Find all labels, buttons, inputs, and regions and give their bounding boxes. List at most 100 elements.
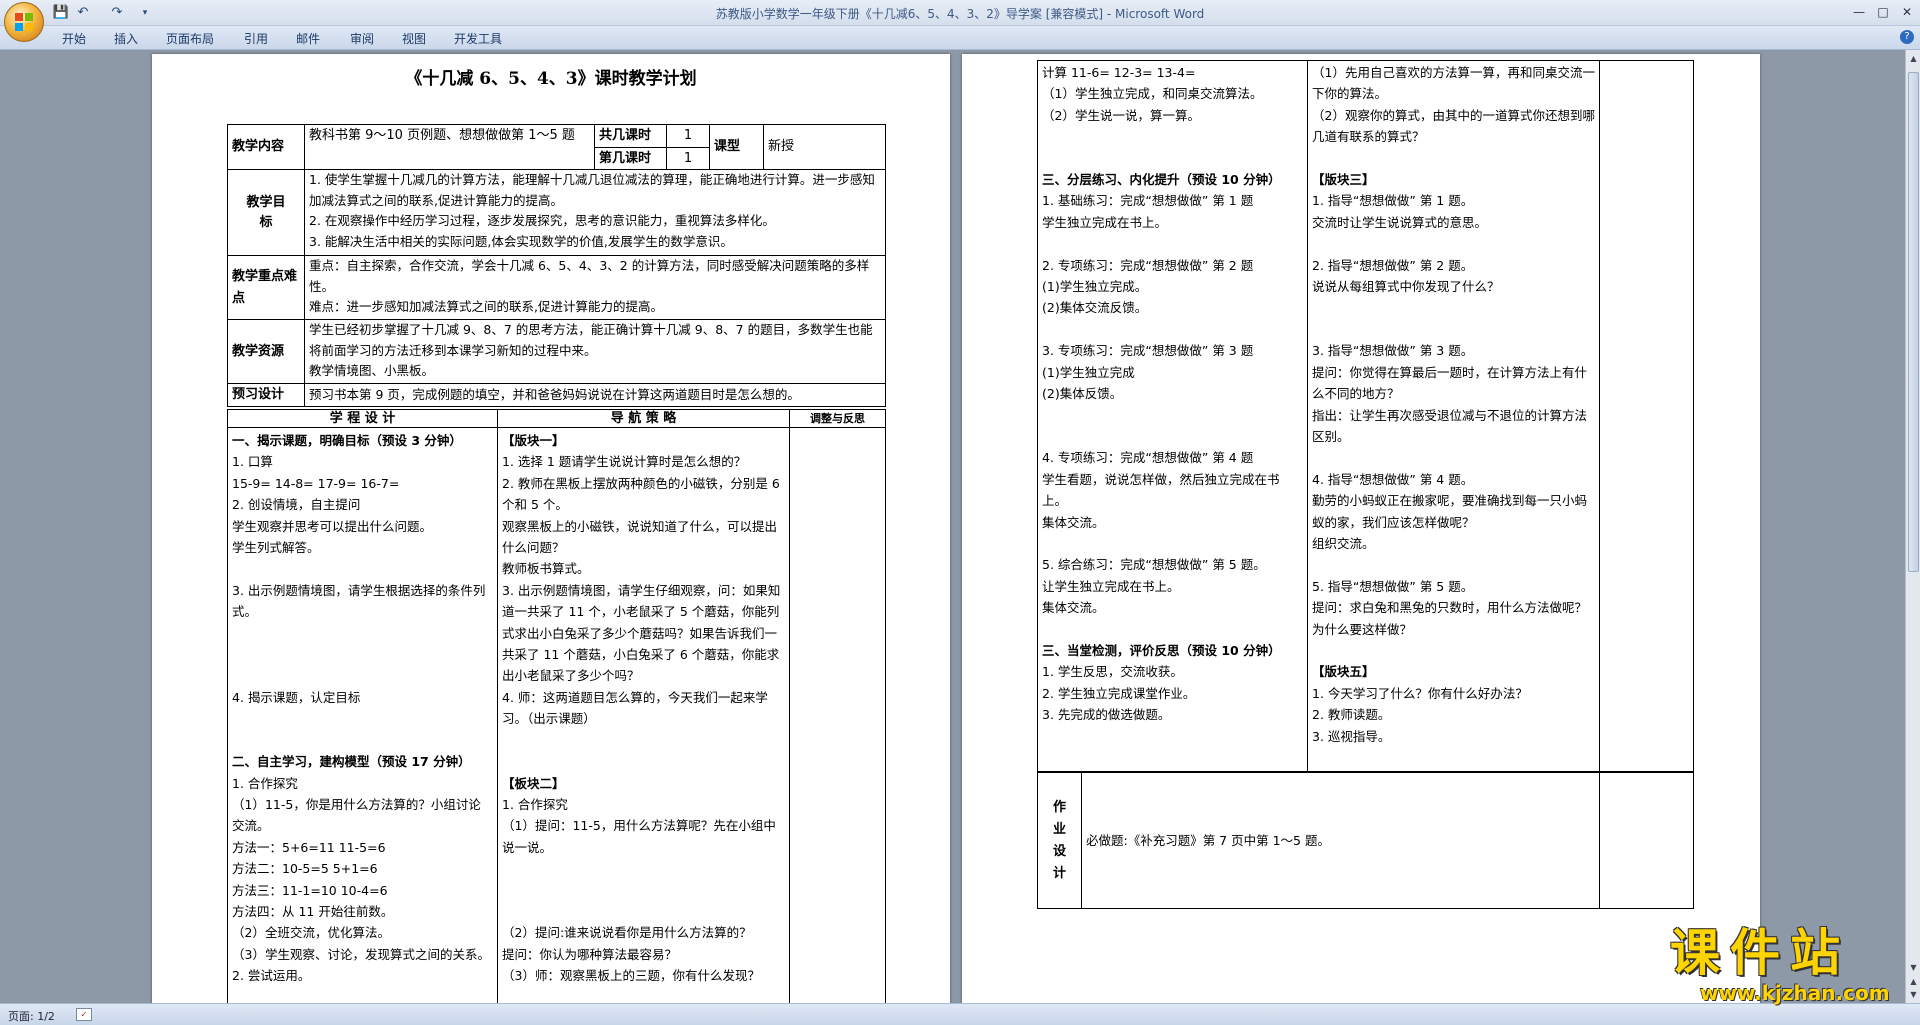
- text-line: [1312, 319, 1595, 340]
- text-line: 让学生独立完成在书上。: [1042, 578, 1180, 594]
- preview-text: 预习书本第 9 页，完成例题的填空，并和爸爸妈妈说说在计算这两道题目时是怎么想的…: [304, 383, 886, 407]
- key-points-label: 教学重点难点: [227, 255, 305, 320]
- text-line: 2. 教师读题。: [1312, 707, 1391, 723]
- page-count-status[interactable]: 页面: 1/2: [8, 1008, 55, 1024]
- text-line: （1）11-5，你是用什么方法算的？小组讨论交流。: [232, 796, 481, 834]
- plan-header-table: 教学内容 教科书第 9～10 页例题、想想做做第 1～5 题 共几课时 1 课型…: [227, 124, 886, 407]
- text-line: [232, 558, 493, 579]
- homework-text: 必做题:《补充习题》第 7 页中第 1～5 题。: [1081, 772, 1600, 909]
- text-line: 1. 合作探究: [232, 775, 298, 791]
- text-line: 4. 指导“想想做做” 第 4 题。: [1312, 471, 1474, 487]
- text-line: （2）提问:谁来说说看你是用什么方法算的？: [502, 925, 752, 941]
- text-line: 学生看题，说说怎样做，然后独立完成在书上。: [1042, 471, 1280, 509]
- text-line: 2. 指导“想想做做” 第 2 题。: [1312, 257, 1474, 273]
- tab-review[interactable]: 审阅: [350, 30, 374, 47]
- lesson-type-label: 课型: [709, 124, 764, 170]
- goal-item: 2. 在观察操作中经历学习过程，逐步发展探究，思考的意识能力，重视算法多样化。: [309, 213, 775, 228]
- page-2[interactable]: 计算 11-6= 12-3= 13-4= （1）学生独立完成，和同桌交流算法。 （2…: [962, 54, 1760, 1003]
- text-line: 教师板书算式。: [502, 561, 590, 577]
- preview-label: 预习设计: [227, 383, 305, 407]
- text-line: 15-9= 14-8= 17-9= 16-7=: [232, 475, 400, 491]
- tab-view[interactable]: 视图: [402, 30, 426, 47]
- maximize-icon[interactable]: □: [1872, 3, 1894, 21]
- goals-label: 教学目标: [227, 169, 305, 256]
- guide-strategy-column-1: 【版块一】 1. 选择 1 题请学生说说计算时是怎么想的？ 2. 教师在黑板上摆放两…: [497, 426, 790, 1003]
- content-label: 教学内容: [227, 124, 305, 170]
- text-line: 提问：求白兔和黑兔的只数时，用什么方法做呢？为什么要这样做？: [1312, 600, 1588, 637]
- text-line: （3）学生观察、讨论，发现算式之间的关系。: [232, 946, 490, 962]
- tab-developer[interactable]: 开发工具: [454, 30, 502, 47]
- text-line: 方法三：11-1=10 10-4=6: [232, 882, 388, 898]
- total-lessons-label: 共几课时: [594, 124, 667, 148]
- tab-home[interactable]: 开始: [62, 30, 86, 47]
- key-point-text: 重点：自主探索，合作交流，学会十几减 6、5、4、3、2 的计算方法，同时感受解…: [309, 258, 870, 294]
- content-text: 教科书第 9～10 页例题、想想做做第 1～5 题: [304, 124, 595, 170]
- text-line: 2. 教师在黑板上摆放两种颜色的小磁铁，分别是 6 个和 5 个。: [502, 475, 780, 513]
- text-line: （2）观察你的算式，由其中的一道算式你还想到哪几道有联系的算式？: [1312, 107, 1595, 145]
- text-line: 集体交流。: [1042, 514, 1105, 530]
- office-button[interactable]: [4, 2, 44, 42]
- text-line: 2. 尝试运用。: [232, 968, 311, 984]
- text-line: [1312, 554, 1595, 575]
- goal-item: 3. 能解决生活中相关的实际问题,体会实现数学的价值,发展学生的数学意识。: [309, 233, 733, 249]
- text-line: (1)学生独立完成。: [1042, 279, 1148, 295]
- resources-cell: 学生已经初步掌握了十几减 9、8、7 的思考方法，能正确计算十几减 9、8、7 …: [304, 319, 886, 384]
- text-line: 【板块二】: [502, 775, 565, 791]
- study-design-column-1: 一、揭示课题，明确目标（预设 3 分钟） 1. 口算 15-9= 14-8= 17-…: [227, 426, 498, 1003]
- homework-label: 作业设计: [1037, 772, 1082, 909]
- vertical-scrollbar[interactable]: ▲ ▼ ▲ ▼: [1905, 50, 1920, 1003]
- text-line: [1042, 148, 1303, 169]
- text-line: [502, 858, 785, 879]
- text-line: (1)学生独立完成: [1042, 364, 1135, 380]
- window-title: 苏教版小学数学一年级下册《十几减6、5、4、3、2》导学案 [兼容模式] - M…: [715, 7, 1205, 21]
- text-line: 1. 口算: [232, 454, 273, 470]
- text-line: 【版块三】: [1312, 172, 1375, 188]
- tab-mailings[interactable]: 邮件: [296, 30, 320, 47]
- text-line: （2）学生说一说，算一算。: [1042, 107, 1200, 123]
- page-1[interactable]: 《十几减 6、5、4、3》课时教学计划 教学内容 教科书第 9～10 页例题、想…: [152, 54, 950, 1003]
- ribbon-tabs: 开始 插入 页面布局 引用 邮件 审阅 视图 开发工具 ?: [0, 26, 1920, 50]
- text-line: 一、揭示课题，明确目标（预设 3 分钟）: [232, 433, 462, 448]
- text-line: 1. 指导“想想做做” 第 1 题。: [1312, 193, 1474, 209]
- text-line: 3. 先完成的做选做题。: [1042, 707, 1171, 723]
- scroll-thumb[interactable]: [1908, 72, 1919, 572]
- text-line: 1. 选择 1 题请学生说说计算时是怎么想的？: [502, 454, 747, 470]
- text-line: 【版块五】: [1312, 664, 1375, 680]
- office-logo-icon: [15, 13, 33, 31]
- minimize-icon[interactable]: —: [1848, 3, 1870, 21]
- text-line: 3. 出示例题情境图，请学生仔细观察，问：如果知道一共采了 11 个，小老鼠采了…: [502, 582, 781, 684]
- status-bar: 页面: 1/2 ✓: [0, 1003, 1920, 1025]
- study-design-header: 学 程 设 计: [227, 409, 498, 428]
- help-icon[interactable]: ?: [1900, 30, 1914, 44]
- text-line: 计算 11-6= 12-3= 13-4=: [1042, 65, 1196, 80]
- guide-strategy-header: 导 航 策 略: [497, 409, 790, 428]
- goals-cell: 1. 使学生掌握十几减几的计算方法，能理解十几减几退位减法的算理，能正确地进行计…: [304, 169, 886, 256]
- scroll-up-icon[interactable]: ▲: [1908, 53, 1919, 64]
- text-line: 组织交流。: [1312, 535, 1375, 551]
- nth-lesson-label: 第几课时: [594, 146, 667, 170]
- tab-page-layout[interactable]: 页面布局: [166, 30, 214, 47]
- nth-lesson-value: 1: [666, 146, 710, 170]
- close-icon[interactable]: ✕: [1896, 3, 1918, 21]
- site-watermark: 课件站 www.kjzhan.com: [1670, 925, 1910, 1010]
- text-line: [1042, 126, 1303, 147]
- text-line: [1312, 148, 1595, 169]
- text-line: 5. 综合练习：完成“想想做做” 第 5 题。: [1042, 557, 1266, 573]
- text-line: 2. 学生独立完成课堂作业。: [1042, 685, 1196, 701]
- study-design-column-2: 计算 11-6= 12-3= 13-4= （1）学生独立完成，和同桌交流算法。 （2…: [1037, 60, 1308, 772]
- resources-label: 教学资源: [227, 319, 305, 384]
- tab-references[interactable]: 引用: [244, 30, 268, 47]
- text-line: 提问：你认为哪种算法最容易？: [502, 946, 678, 962]
- text-line: （3）师：观察黑板上的三题，你有什么发现？: [502, 968, 760, 984]
- text-line: [1042, 233, 1303, 254]
- text-line: 2. 专项练习：完成“想想做做” 第 2 题: [1042, 257, 1254, 273]
- spellcheck-icon[interactable]: ✓: [76, 1008, 92, 1021]
- adjust-reflect-column-1: [789, 426, 886, 1003]
- text-line: 指出：让学生再次感受退位减与不退位的计算方法区别。: [1312, 407, 1588, 444]
- text-line: [502, 987, 785, 1003]
- homework-table: 作业设计 必做题:《补充习题》第 7 页中第 1～5 题。: [1037, 772, 1694, 909]
- document-title: 《十几减 6、5、4、3》课时教学计划: [405, 69, 697, 89]
- text-line: [502, 880, 785, 901]
- tab-insert[interactable]: 插入: [114, 30, 138, 47]
- lesson-flow-table: 学 程 设 计 导 航 策 略 调整与反思 一、揭示课题，明确目标（预设 3 分…: [227, 409, 886, 1003]
